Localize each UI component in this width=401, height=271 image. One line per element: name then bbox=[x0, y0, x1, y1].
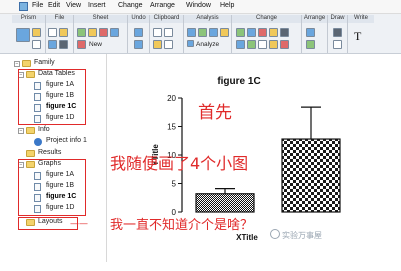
text-tool-icon[interactable]: T bbox=[354, 29, 361, 44]
draw-shape-icon[interactable] bbox=[333, 40, 342, 49]
x-axis-label: XTitle bbox=[236, 233, 258, 242]
nav-label: Family bbox=[34, 59, 55, 66]
group-title-file: File bbox=[46, 15, 73, 23]
menu-change[interactable]: Change bbox=[118, 2, 143, 9]
bar-2 bbox=[281, 138, 341, 213]
y-tick-label: 20 bbox=[167, 94, 176, 103]
menu-insert[interactable]: Insert bbox=[88, 2, 106, 9]
menu-file[interactable]: File bbox=[32, 2, 43, 9]
new-file-icon[interactable] bbox=[48, 28, 57, 37]
menu-arrange[interactable]: Arrange bbox=[150, 2, 175, 9]
change-icon-6[interactable] bbox=[236, 40, 245, 49]
group-title-draw: Draw bbox=[328, 15, 347, 23]
ribbon-group-sheet: Sheet New bbox=[74, 15, 128, 53]
delete-sheet-icon[interactable] bbox=[99, 28, 108, 37]
menu-view[interactable]: View bbox=[66, 2, 81, 9]
paste-special-icon[interactable] bbox=[164, 40, 173, 49]
nav-label: Project info 1 bbox=[46, 137, 87, 144]
project-navigator: − Family − Data Tables figure 1A figure … bbox=[12, 54, 107, 262]
folder-icon bbox=[22, 60, 31, 67]
highlight-layouts bbox=[18, 217, 78, 230]
annotation-arrow: —— bbox=[70, 219, 88, 229]
prism-logo-icon[interactable] bbox=[16, 28, 30, 42]
print-icon[interactable] bbox=[59, 40, 68, 49]
graph-sheet-icon[interactable] bbox=[88, 28, 97, 37]
expand-icon[interactable]: − bbox=[14, 61, 20, 67]
nav-label: Info bbox=[38, 126, 50, 133]
analysis-icon-1[interactable] bbox=[187, 28, 196, 37]
analysis-icon-2[interactable] bbox=[198, 28, 207, 37]
prism-app-icon[interactable] bbox=[19, 2, 28, 11]
watermark-text: 实验万事屋 bbox=[282, 231, 322, 240]
save-icon[interactable] bbox=[48, 40, 57, 49]
copy-icon[interactable] bbox=[164, 28, 173, 37]
annotation-layouts-question: 我一直不知道介个是啥？ bbox=[110, 218, 254, 233]
highlight-data-tables bbox=[18, 69, 86, 125]
group-title-undo: Undo bbox=[128, 15, 149, 23]
group-title-analysis: Analysis bbox=[184, 15, 231, 23]
cut-icon[interactable] bbox=[153, 28, 162, 37]
change-icon-1[interactable] bbox=[236, 28, 245, 37]
ribbon-group-clipboard: Clipboard bbox=[150, 15, 184, 53]
open-file-icon[interactable] bbox=[59, 28, 68, 37]
ribbon-group-undo: Undo bbox=[128, 15, 150, 53]
undo-icon[interactable] bbox=[134, 28, 143, 37]
change-icon-3[interactable] bbox=[258, 28, 267, 37]
change-icon-5[interactable] bbox=[280, 28, 289, 37]
ribbon-group-change: Change bbox=[232, 15, 302, 53]
ribbon-group-write: Write T bbox=[348, 15, 374, 53]
redo-icon[interactable] bbox=[134, 40, 143, 49]
info-icon bbox=[34, 138, 42, 146]
ribbon-group-analysis: Analysis Analyze bbox=[184, 15, 232, 53]
analyze-label[interactable]: Analyze bbox=[196, 41, 219, 48]
new-sheet-icon[interactable] bbox=[77, 28, 86, 37]
toolbar-ribbon: Prism File Sheet New Undo Clipboard Anal… bbox=[0, 14, 401, 54]
highlight-graphs bbox=[18, 159, 86, 216]
y-tick-label: 5 bbox=[172, 180, 177, 189]
group-title-change: Change bbox=[232, 15, 301, 23]
welcome-icon[interactable] bbox=[32, 40, 41, 49]
folder-icon bbox=[26, 150, 35, 157]
paste-icon[interactable] bbox=[153, 40, 162, 49]
annotation-drew-four-graphs: 我随便画了4个小图 bbox=[110, 154, 249, 173]
menu-edit[interactable]: Edit bbox=[48, 2, 60, 9]
menu-window[interactable]: Window bbox=[186, 2, 211, 9]
analyze-icon[interactable] bbox=[187, 40, 194, 47]
bar-1 bbox=[195, 193, 255, 213]
analysis-icon-4[interactable] bbox=[220, 28, 229, 37]
menu-help[interactable]: Help bbox=[220, 2, 234, 9]
group-title-prism: Prism bbox=[12, 15, 45, 23]
nav-label: Results bbox=[38, 149, 62, 156]
analysis-icon-3[interactable] bbox=[209, 28, 218, 37]
chart-title: figure 1C bbox=[217, 76, 260, 87]
group-title-sheet: Sheet bbox=[74, 15, 127, 23]
group-title-arrange: Arrange bbox=[302, 15, 327, 23]
y-tick-label: 15 bbox=[167, 123, 176, 132]
menu-bar: File Edit View Insert Change Arrange Win… bbox=[0, 0, 401, 14]
expand-icon[interactable]: − bbox=[18, 128, 24, 134]
folder-icon bbox=[26, 127, 35, 134]
help-icon[interactable] bbox=[32, 28, 41, 37]
arrange-icon-1[interactable] bbox=[306, 28, 315, 37]
arrange-icon-2[interactable] bbox=[306, 40, 315, 49]
draw-line-icon[interactable] bbox=[333, 28, 342, 37]
ribbon-group-arrange: Arrange bbox=[302, 15, 328, 53]
group-title-write: Write bbox=[348, 15, 374, 23]
annotation-first: 首先 bbox=[198, 103, 232, 123]
ribbon-group-draw: Draw bbox=[328, 15, 348, 53]
new-sheet-add-icon[interactable] bbox=[77, 40, 86, 49]
wechat-logo-icon bbox=[270, 229, 280, 239]
ribbon-group-prism: Prism bbox=[12, 15, 46, 53]
change-icon-8[interactable] bbox=[258, 40, 267, 49]
new-label[interactable]: New bbox=[89, 41, 102, 48]
group-title-clipboard: Clipboard bbox=[150, 15, 183, 23]
change-icon-4[interactable] bbox=[269, 28, 278, 37]
change-icon-9[interactable] bbox=[269, 40, 278, 49]
ribbon-group-file: File bbox=[46, 15, 74, 53]
change-icon-2[interactable] bbox=[247, 28, 256, 37]
change-icon-7[interactable] bbox=[247, 40, 256, 49]
change-icon-10[interactable] bbox=[280, 40, 289, 49]
sheet-wand-icon[interactable] bbox=[110, 28, 119, 37]
